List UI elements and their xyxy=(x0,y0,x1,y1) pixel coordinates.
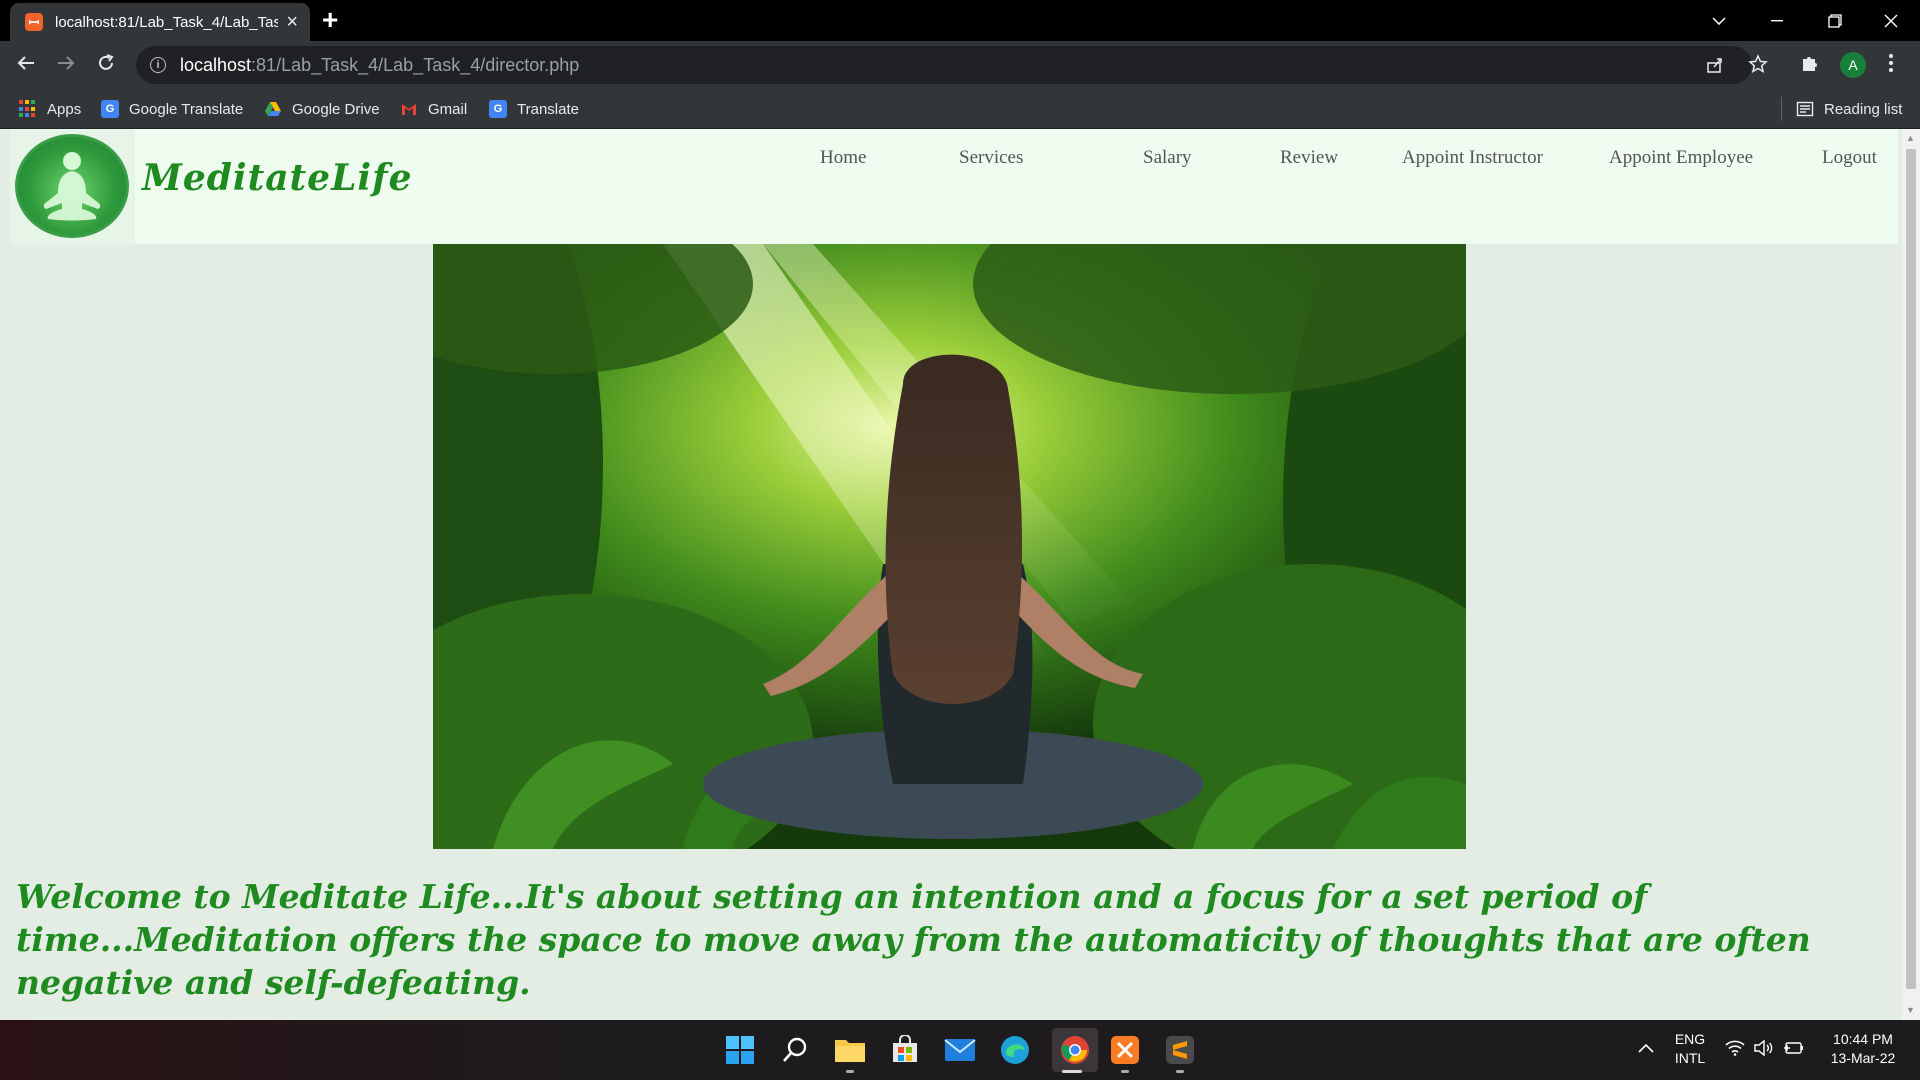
translate-icon: G xyxy=(489,100,507,118)
new-tab-button[interactable]: + xyxy=(322,6,338,34)
language-line1: ENG xyxy=(1674,1031,1706,1047)
restore-button[interactable] xyxy=(1806,0,1864,41)
nav-salary[interactable]: Salary xyxy=(1143,147,1192,169)
site-navbar: MeditateLife Home Services Salary Review… xyxy=(10,129,1898,244)
browser-tabstrip: ꟷ localhost:81/Lab_Task_4/Lab_Task_4/dir… xyxy=(0,0,1920,41)
chrome-icon[interactable] xyxy=(1052,1028,1098,1072)
running-indicator xyxy=(1121,1070,1129,1073)
url-path: :81/Lab_Task_4/Lab_Task_4/director.php xyxy=(251,54,580,75)
brand-name[interactable]: MeditateLife xyxy=(142,157,412,199)
scroll-up-arrow-icon[interactable]: ▲ xyxy=(1906,133,1915,143)
search-icon[interactable] xyxy=(777,1032,813,1068)
drive-icon xyxy=(265,102,281,116)
reading-list-icon xyxy=(1796,101,1814,117)
battery-icon[interactable] xyxy=(1783,1040,1805,1061)
active-indicator xyxy=(1062,1070,1082,1073)
running-indicator xyxy=(846,1070,854,1073)
clock[interactable]: 10:44 PM 13-Mar-22 xyxy=(1820,1030,1906,1068)
bookmark-google-drive[interactable]: Google Drive xyxy=(264,97,380,121)
profile-avatar[interactable]: A xyxy=(1840,52,1866,78)
bookmark-gmail[interactable]: Gmail xyxy=(400,97,467,121)
browser-toolbar: i localhost:81/Lab_Task_4/Lab_Task_4/dir… xyxy=(0,41,1920,89)
scroll-down-arrow-icon[interactable]: ▼ xyxy=(1906,1005,1915,1015)
volume-icon[interactable] xyxy=(1753,1039,1773,1061)
gmail-icon xyxy=(402,104,416,115)
mail-icon[interactable] xyxy=(942,1032,978,1068)
sublime-icon[interactable] xyxy=(1162,1032,1198,1068)
url-host: localhost xyxy=(180,54,252,75)
bookmark-label: Google Translate xyxy=(129,100,244,118)
nav-review[interactable]: Review xyxy=(1280,147,1338,169)
nav-appoint-employee[interactable]: Appoint Employee xyxy=(1609,147,1753,169)
show-hidden-icons-chevron-icon[interactable] xyxy=(1638,1040,1654,1058)
bookmark-translate[interactable]: G Translate xyxy=(489,97,579,121)
share-icon[interactable] xyxy=(1706,56,1724,79)
nav-home[interactable]: Home xyxy=(820,147,866,169)
bookmark-apps[interactable]: Apps xyxy=(19,97,81,121)
translate-icon: G xyxy=(101,100,119,118)
xampp-favicon-icon: ꟷ xyxy=(25,13,43,31)
address-bar[interactable]: i localhost:81/Lab_Task_4/Lab_Task_4/dir… xyxy=(136,46,1768,84)
file-explorer-icon[interactable] xyxy=(832,1032,868,1068)
welcome-message: Welcome to Meditate Life...It's about se… xyxy=(16,877,1811,1002)
scroll-thumb[interactable] xyxy=(1906,149,1916,989)
nav-services[interactable]: Services xyxy=(959,147,1023,169)
page-scrollbar[interactable]: ▲ ▼ xyxy=(1902,129,1920,1020)
reload-button[interactable] xyxy=(96,53,116,77)
back-button[interactable] xyxy=(16,53,36,77)
bookmark-label: Google Drive xyxy=(292,100,380,118)
extensions-puzzle-icon[interactable] xyxy=(1800,53,1820,77)
forward-button[interactable] xyxy=(56,53,76,77)
site-info-icon[interactable]: i xyxy=(150,57,166,73)
bookmark-label: Gmail xyxy=(428,100,468,118)
bookmarks-divider xyxy=(1781,97,1782,121)
reading-list-button[interactable]: Reading list xyxy=(1796,97,1902,121)
reading-list-label: Reading list xyxy=(1824,100,1903,118)
store-icon[interactable] xyxy=(887,1032,923,1068)
edge-icon[interactable] xyxy=(997,1032,1033,1068)
bookmarks-bar: Apps G Google Translate Google Drive Gma… xyxy=(0,89,1920,129)
bookmark-label: Translate xyxy=(517,100,579,118)
tab-title: localhost:81/Lab_Task_4/Lab_Task_4/direc… xyxy=(55,13,279,31)
clock-date: 13-Mar-22 xyxy=(1830,1050,1896,1066)
logo-container[interactable] xyxy=(10,129,135,244)
browser-tab[interactable]: ꟷ localhost:81/Lab_Task_4/Lab_Task_4/dir… xyxy=(10,3,310,41)
nav-logout[interactable]: Logout xyxy=(1822,147,1877,169)
page-viewport: MeditateLife Home Services Salary Review… xyxy=(0,129,1902,1020)
wifi-icon[interactable] xyxy=(1725,1040,1745,1061)
meditation-logo-icon xyxy=(15,134,129,238)
minimize-button[interactable] xyxy=(1748,0,1806,41)
apps-grid-icon xyxy=(19,100,37,118)
bookmark-star-icon[interactable] xyxy=(1748,54,1768,79)
bookmark-google-translate[interactable]: G Google Translate xyxy=(101,97,243,121)
browser-menu-icon[interactable] xyxy=(1888,53,1894,77)
language-indicator[interactable]: ENG INTL xyxy=(1668,1030,1712,1068)
bookmark-label: Apps xyxy=(47,100,82,118)
language-line2: INTL xyxy=(1674,1050,1706,1066)
close-tab-icon[interactable]: × xyxy=(286,12,298,32)
hero-meditation-image xyxy=(433,244,1466,849)
start-icon[interactable] xyxy=(722,1032,758,1068)
nav-appoint-instructor[interactable]: Appoint Instructor xyxy=(1402,147,1543,169)
windows-taskbar: ENG INTL 10:44 PM 13-Mar-22 xyxy=(0,1020,1920,1080)
running-indicator xyxy=(1176,1070,1184,1073)
clock-time: 10:44 PM xyxy=(1833,1031,1893,1047)
close-window-button[interactable] xyxy=(1862,0,1920,41)
tab-search-chevron-icon[interactable] xyxy=(1690,0,1748,41)
xampp-icon[interactable] xyxy=(1107,1032,1143,1068)
